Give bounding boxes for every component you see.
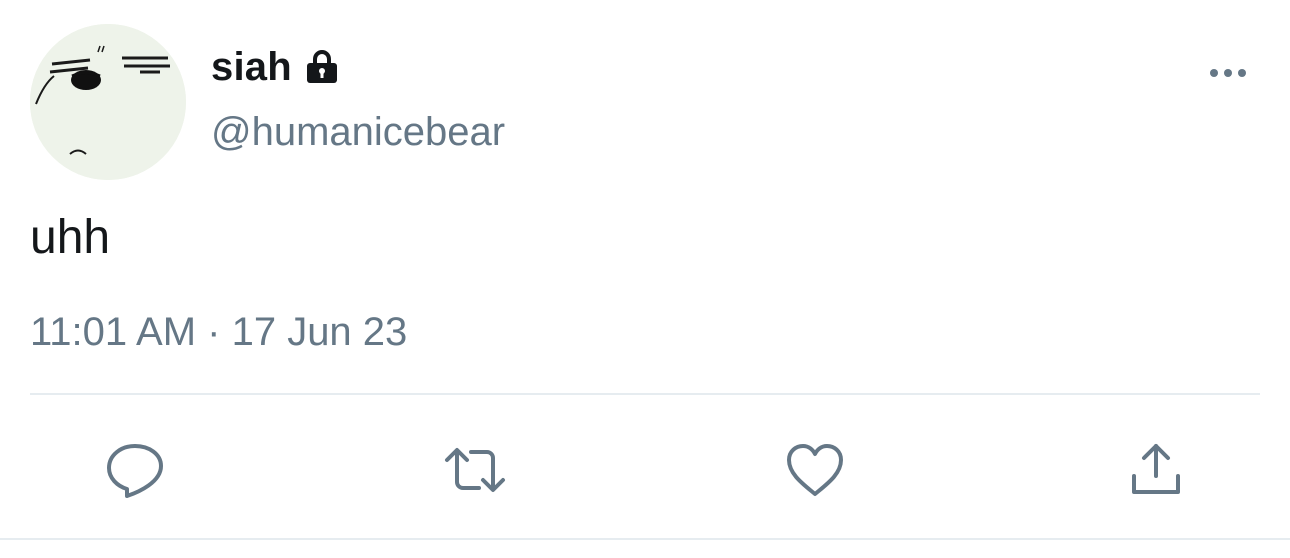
tweet-timestamp[interactable]: 11:01 AM · 17 Jun 23 <box>30 310 407 355</box>
share-button[interactable] <box>1124 438 1188 502</box>
retweet-icon <box>445 448 505 492</box>
display-name[interactable]: siah <box>211 45 292 90</box>
divider <box>30 393 1260 395</box>
reply-button[interactable] <box>103 438 167 502</box>
retweet-button[interactable] <box>443 438 507 502</box>
tweet-text: uhh <box>30 211 111 264</box>
like-button[interactable] <box>783 438 847 502</box>
share-icon <box>1132 444 1180 494</box>
lock-icon <box>302 47 342 87</box>
username-handle[interactable]: @humanicebear <box>211 110 505 155</box>
bottom-divider <box>0 538 1290 540</box>
more-options-icon <box>1210 69 1246 77</box>
heart-icon <box>787 444 843 496</box>
avatar[interactable] <box>30 24 186 180</box>
reply-icon <box>107 444 163 498</box>
more-options-button[interactable] <box>1206 58 1250 88</box>
tweet-card: siah @humanicebear uhh 11:01 AM · 17 Jun… <box>0 0 1290 558</box>
avatar-bear-face-image <box>30 24 186 180</box>
display-name-row: siah <box>211 42 342 92</box>
